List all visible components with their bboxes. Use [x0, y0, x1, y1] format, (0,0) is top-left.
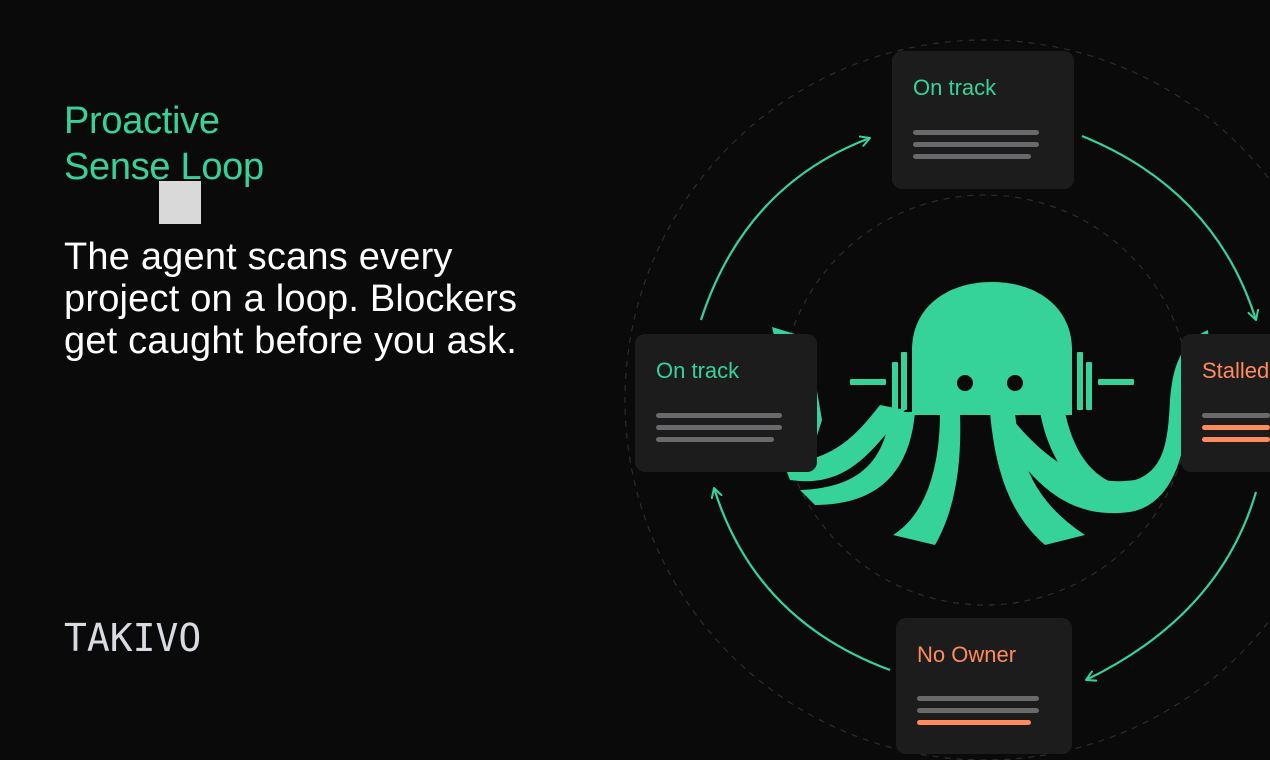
card-text-line	[913, 142, 1039, 147]
card-warning-line	[917, 720, 1031, 725]
status-card-title: On track	[656, 358, 740, 383]
status-card-bottom: No Owner	[896, 618, 1072, 754]
loop-arrow-left-to-top	[699, 135, 871, 321]
status-card-right: Stalled	[1181, 334, 1270, 472]
loop-arrow-right-to-bottom	[1085, 491, 1258, 682]
status-card-title: No Owner	[917, 642, 1017, 667]
card-text-line	[656, 413, 782, 418]
card-text-line	[1202, 413, 1270, 418]
card-text-line	[913, 130, 1039, 135]
loop-arrow-top-to-right	[1081, 134, 1260, 321]
card-warning-line	[1202, 437, 1270, 442]
card-text-line	[917, 696, 1039, 701]
card-warning-line	[1202, 425, 1270, 430]
octopus-right-eye	[1007, 375, 1023, 391]
status-card-left: On track	[635, 334, 817, 472]
octopus-agent-icon	[783, 282, 1210, 545]
card-text-line	[917, 708, 1039, 713]
status-card-title: On track	[913, 75, 997, 100]
card-text-line	[656, 437, 774, 442]
octopus-left-eye	[957, 375, 973, 391]
loop-arrow-bottom-to-left	[710, 487, 891, 672]
card-text-line	[913, 154, 1031, 159]
card-text-line	[656, 425, 782, 430]
status-card-top: On track	[892, 51, 1074, 189]
status-card-title: Stalled	[1202, 358, 1270, 383]
